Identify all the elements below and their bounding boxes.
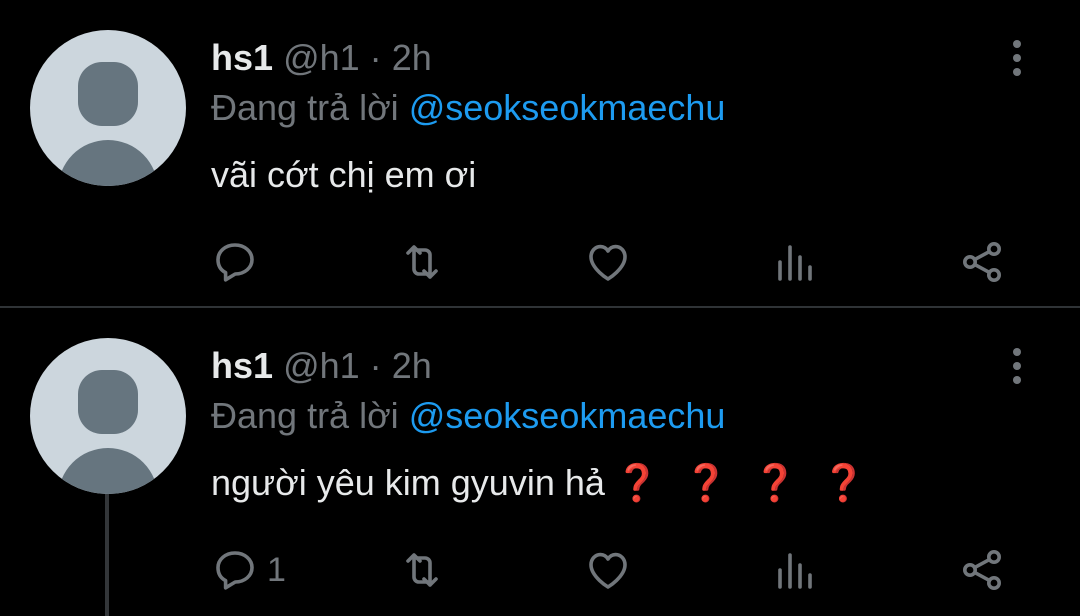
avatar-head-shape <box>78 370 138 434</box>
reply-feed: hs1 @h1 · 2h Đang trả lời @seokseokmaech… <box>0 0 1080 616</box>
question-mark-emoji: ❓ <box>752 462 800 503</box>
tweet-text: người yêu kim gyuvin hả <box>211 462 605 503</box>
like-icon <box>589 244 627 281</box>
timestamp[interactable]: 2h <box>392 37 432 78</box>
share-button[interactable] <box>958 232 1006 292</box>
retweet-button[interactable] <box>398 540 446 600</box>
share-icon <box>963 550 1001 590</box>
avatar-body-shape <box>58 448 158 494</box>
question-mark-emoji: ❓ <box>821 462 869 503</box>
reply-icon <box>216 551 254 590</box>
reply-button[interactable]: 1 <box>211 540 286 600</box>
question-mark-emoji: ❓ <box>683 462 731 503</box>
tweet[interactable]: hs1 @h1 · 2h Đang trả lời @seokseokmaech… <box>0 0 1080 306</box>
action-bar: 1 <box>0 540 1080 600</box>
avatar[interactable] <box>30 338 186 494</box>
handle[interactable]: @h1 <box>283 345 360 386</box>
replying-prefix: Đang trả lời <box>211 87 399 128</box>
display-name[interactable]: hs1 <box>211 345 273 386</box>
reply-button[interactable] <box>211 232 267 292</box>
timestamp[interactable]: 2h <box>392 345 432 386</box>
reply-count: 1 <box>267 550 286 589</box>
tweet-header: hs1 @h1 · 2h <box>211 344 432 388</box>
reply-icon <box>216 243 254 282</box>
stats-button[interactable] <box>772 232 820 292</box>
share-button[interactable] <box>958 540 1006 600</box>
mention-link[interactable]: @seokseokmaechu <box>409 87 726 128</box>
like-button[interactable] <box>584 232 632 292</box>
replying-to: Đang trả lời @seokseokmaechu <box>211 394 725 438</box>
share-icon <box>963 242 1001 282</box>
emoji-group: ❓ ❓ ❓ ❓ <box>615 462 890 503</box>
like-button[interactable] <box>584 540 632 600</box>
replying-prefix: Đang trả lời <box>211 395 399 436</box>
more-options-icon[interactable] <box>1000 344 1034 388</box>
retweet-icon <box>406 245 438 279</box>
avatar-body-shape <box>58 140 158 186</box>
stats-icon <box>778 245 812 281</box>
action-bar <box>0 232 1080 292</box>
separator: · <box>369 37 382 78</box>
avatar[interactable] <box>30 30 186 186</box>
retweet-button[interactable] <box>398 232 446 292</box>
avatar-head-shape <box>78 62 138 126</box>
tweet[interactable]: hs1 @h1 · 2h Đang trả lời @seokseokmaech… <box>0 308 1080 616</box>
tweet-text-container: người yêu kim gyuvin hả ❓ ❓ ❓ ❓ <box>211 461 890 505</box>
handle[interactable]: @h1 <box>283 37 360 78</box>
retweet-icon <box>406 553 438 587</box>
mention-link[interactable]: @seokseokmaechu <box>409 395 726 436</box>
display-name[interactable]: hs1 <box>211 37 273 78</box>
stats-button[interactable] <box>772 540 820 600</box>
tweet-header: hs1 @h1 · 2h <box>211 36 432 80</box>
replying-to: Đang trả lời @seokseokmaechu <box>211 86 725 130</box>
like-icon <box>589 552 627 589</box>
question-mark-emoji: ❓ <box>614 462 662 503</box>
stats-icon <box>778 553 812 589</box>
more-options-icon[interactable] <box>1000 36 1034 80</box>
tweet-text: vãi cớt chị em ơi <box>211 154 477 195</box>
separator: · <box>369 345 382 386</box>
